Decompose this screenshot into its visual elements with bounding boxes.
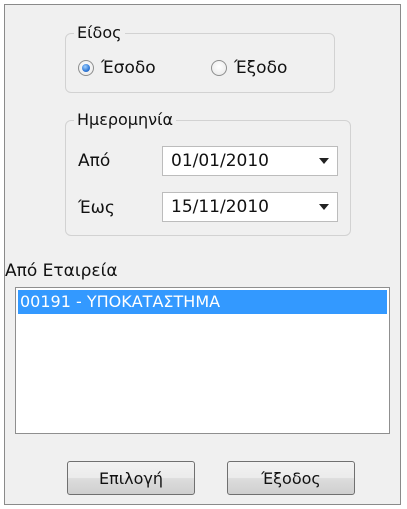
expense-radio-label: Έξοδο [234, 58, 288, 78]
date-groupbox: Ημερομηνία Από 01/01/2010 Έως 15/11/2010 [65, 110, 351, 236]
to-date-value: 15/11/2010 [171, 197, 269, 217]
type-group-title: Είδος [74, 23, 125, 43]
list-item[interactable]: 00191 - ΥΠΟΚΑΤΑΣΤΗΜΑ [18, 290, 387, 314]
dialog-window: Είδος Έσοδο Έξοδο Ημερομηνία Από 01/01/2… [4, 4, 401, 505]
dropdown-arrow-icon[interactable] [311, 193, 337, 221]
income-radio-label: Έσοδο [101, 58, 156, 78]
type-groupbox: Είδος Έσοδο Έξοδο [65, 23, 335, 93]
radio-checked-icon [78, 60, 94, 76]
dropdown-arrow-icon[interactable] [311, 147, 337, 175]
exit-button[interactable]: Έξοδος [227, 461, 355, 495]
date-group-title: Ημερομηνία [74, 110, 177, 130]
company-list-label: Από Εταιρεία [5, 261, 118, 281]
income-radio[interactable]: Έσοδο [78, 58, 156, 78]
radio-unchecked-icon [211, 60, 227, 76]
from-date-combo[interactable]: 01/01/2010 [162, 146, 338, 176]
company-listbox[interactable]: 00191 - ΥΠΟΚΑΤΑΣΤΗΜΑ [15, 287, 390, 434]
from-date-label: Από [78, 151, 111, 171]
select-button[interactable]: Επιλογή [67, 461, 195, 495]
to-date-combo[interactable]: 15/11/2010 [162, 192, 338, 222]
expense-radio[interactable]: Έξοδο [211, 58, 287, 78]
from-date-value: 01/01/2010 [171, 151, 269, 171]
to-date-label: Έως [78, 198, 115, 218]
